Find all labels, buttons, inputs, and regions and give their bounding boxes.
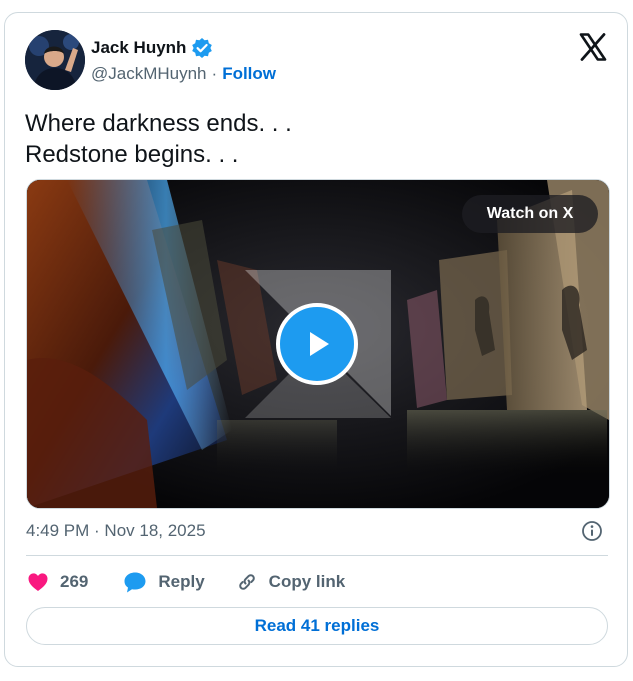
tweet-timestamp[interactable]: 4:49 PM · Nov 18, 2025 — [26, 521, 206, 541]
tweet-card: Jack Huynh @JackMHuynh · Follow Where dark… — [4, 12, 628, 667]
follow-link[interactable]: Follow — [222, 64, 276, 83]
verified-badge-icon — [191, 37, 213, 59]
link-icon — [238, 574, 255, 590]
watch-on-x-button[interactable]: Watch on X — [462, 195, 598, 233]
copy-link-button[interactable]: Copy link — [235, 570, 346, 594]
reply-bubble-icon — [124, 572, 146, 593]
tweet-line: Redstone begins. . . — [25, 141, 239, 168]
video-thumbnail[interactable]: Watch on X — [26, 179, 610, 509]
tweet-line: Where darkness ends. . . — [25, 110, 292, 137]
read-replies-button[interactable]: Read 41 replies — [26, 607, 608, 645]
separator-dot: · — [211, 64, 218, 83]
reply-label: Reply — [158, 572, 205, 591]
play-icon[interactable] — [276, 303, 358, 385]
heart-icon — [28, 573, 48, 591]
author-handle[interactable]: @JackMHuynh — [91, 64, 207, 83]
divider — [26, 555, 608, 556]
x-logo-icon[interactable] — [578, 32, 608, 62]
info-icon[interactable] — [581, 520, 603, 542]
like-button[interactable]: 269 — [26, 570, 88, 594]
author-name[interactable]: Jack Huynh — [91, 38, 186, 58]
avatar[interactable] — [25, 30, 85, 90]
reply-button[interactable]: Reply — [122, 570, 205, 594]
action-bar: 269 Reply Copy link — [26, 569, 345, 595]
like-count: 269 — [60, 572, 89, 591]
copy-link-label: Copy link — [268, 572, 346, 591]
tweet-text: Where darkness ends. . . Redstone begins… — [25, 108, 292, 170]
